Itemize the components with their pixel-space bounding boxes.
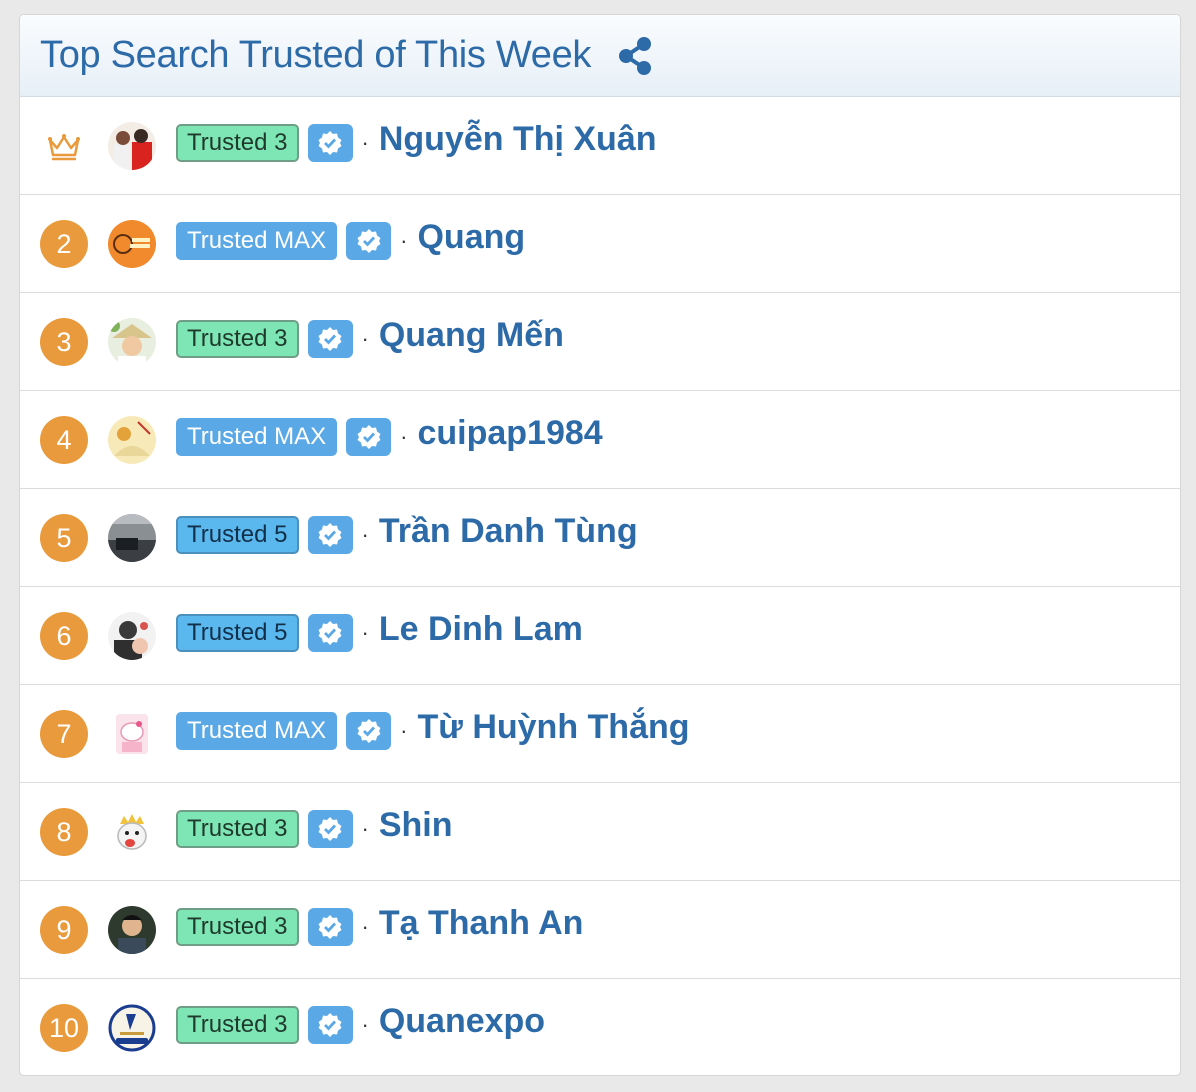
list-item: 7 Trusted MAX · Từ Huỳnh Thắng bbox=[20, 685, 1180, 783]
verified-icon bbox=[307, 320, 353, 358]
rank-number: 10 bbox=[40, 1004, 88, 1052]
separator: · bbox=[361, 914, 369, 939]
separator: · bbox=[400, 228, 408, 253]
avatar[interactable] bbox=[108, 220, 156, 268]
separator: · bbox=[361, 130, 369, 155]
rank-number: 5 bbox=[40, 514, 88, 562]
user-name-link[interactable]: Trần Danh Tùng bbox=[379, 512, 638, 551]
rank-number: 6 bbox=[40, 612, 88, 660]
list-item: 6 Trusted 5 · Le Dinh Lam bbox=[20, 587, 1180, 685]
separator: · bbox=[400, 718, 408, 743]
verified-icon bbox=[346, 712, 392, 750]
avatar[interactable] bbox=[108, 612, 156, 660]
user-name-link[interactable]: Le Dinh Lam bbox=[379, 610, 583, 649]
rank-number: 7 bbox=[40, 710, 88, 758]
panel-title: Top Search Trusted of This Week bbox=[40, 34, 592, 76]
verified-icon bbox=[307, 516, 353, 554]
rank-number: 2 bbox=[40, 220, 88, 268]
separator: · bbox=[361, 620, 369, 645]
list-item: Trusted 3 · Nguyễn Thị Xuân bbox=[20, 97, 1180, 195]
separator: · bbox=[400, 424, 408, 449]
rank-number: 4 bbox=[40, 416, 88, 464]
verified-icon bbox=[346, 418, 392, 456]
verified-icon bbox=[307, 908, 353, 946]
trusted-badge[interactable]: Trusted MAX bbox=[176, 712, 338, 750]
avatar[interactable] bbox=[108, 318, 156, 366]
trusted-badge[interactable]: Trusted 3 bbox=[176, 124, 299, 162]
separator: · bbox=[361, 816, 369, 841]
user-name-link[interactable]: cuipap1984 bbox=[417, 414, 602, 453]
share-icon[interactable] bbox=[615, 34, 655, 78]
user-name-link[interactable]: Tạ Thanh An bbox=[379, 904, 584, 943]
rank-number: 8 bbox=[40, 808, 88, 856]
user-name-link[interactable]: Nguyễn Thị Xuân bbox=[379, 120, 657, 159]
avatar[interactable] bbox=[108, 906, 156, 954]
separator: · bbox=[361, 522, 369, 547]
avatar[interactable] bbox=[108, 1004, 156, 1052]
rank-number: 3 bbox=[40, 318, 88, 366]
verified-icon bbox=[307, 614, 353, 652]
list-item: 2 Trusted MAX · Quang bbox=[20, 195, 1180, 293]
trusted-badge[interactable]: Trusted 3 bbox=[176, 908, 299, 946]
verified-icon bbox=[307, 124, 353, 162]
list-item: 9 Trusted 3 · Tạ Thanh An bbox=[20, 881, 1180, 979]
trusted-badge[interactable]: Trusted MAX bbox=[176, 222, 338, 260]
rank-number: 9 bbox=[40, 906, 88, 954]
avatar[interactable] bbox=[108, 710, 156, 758]
verified-icon bbox=[346, 222, 392, 260]
verified-icon bbox=[307, 810, 353, 848]
trusted-badge[interactable]: Trusted 3 bbox=[176, 810, 299, 848]
list-item: 4 Trusted MAX · cuipap1984 bbox=[20, 391, 1180, 489]
list-item: 3 Trusted 3 · Quang Mến bbox=[20, 293, 1180, 391]
trusted-badge[interactable]: Trusted 5 bbox=[176, 614, 299, 652]
avatar[interactable] bbox=[108, 416, 156, 464]
user-name-link[interactable]: Quang bbox=[417, 218, 525, 257]
user-name-link[interactable]: Quang Mến bbox=[379, 316, 564, 355]
verified-icon bbox=[307, 1006, 353, 1044]
avatar[interactable] bbox=[108, 808, 156, 856]
trusted-badge[interactable]: Trusted 3 bbox=[176, 320, 299, 358]
list-item: 10 Trusted 3 · Quanexpo bbox=[20, 979, 1180, 1075]
trusted-badge[interactable]: Trusted 3 bbox=[176, 1006, 299, 1044]
separator: · bbox=[361, 326, 369, 351]
avatar[interactable] bbox=[108, 122, 156, 170]
avatar[interactable] bbox=[108, 514, 156, 562]
user-name-link[interactable]: Từ Huỳnh Thắng bbox=[417, 708, 689, 747]
trusted-badge[interactable]: Trusted 5 bbox=[176, 516, 299, 554]
top-trusted-panel: Top Search Trusted of This Week Trusted … bbox=[19, 14, 1181, 1076]
trusted-list: Trusted 3 · Nguyễn Thị Xuân 2 Trusted MA… bbox=[20, 97, 1180, 1075]
separator: · bbox=[361, 1012, 369, 1037]
crown-icon bbox=[40, 122, 88, 170]
trusted-badge[interactable]: Trusted MAX bbox=[176, 418, 338, 456]
list-item: 8 Trusted 3 · Shin bbox=[20, 783, 1180, 881]
panel-header: Top Search Trusted of This Week bbox=[20, 15, 1180, 97]
list-item: 5 Trusted 5 · Trần Danh Tùng bbox=[20, 489, 1180, 587]
user-name-link[interactable]: Quanexpo bbox=[379, 1002, 545, 1041]
user-name-link[interactable]: Shin bbox=[379, 806, 453, 845]
